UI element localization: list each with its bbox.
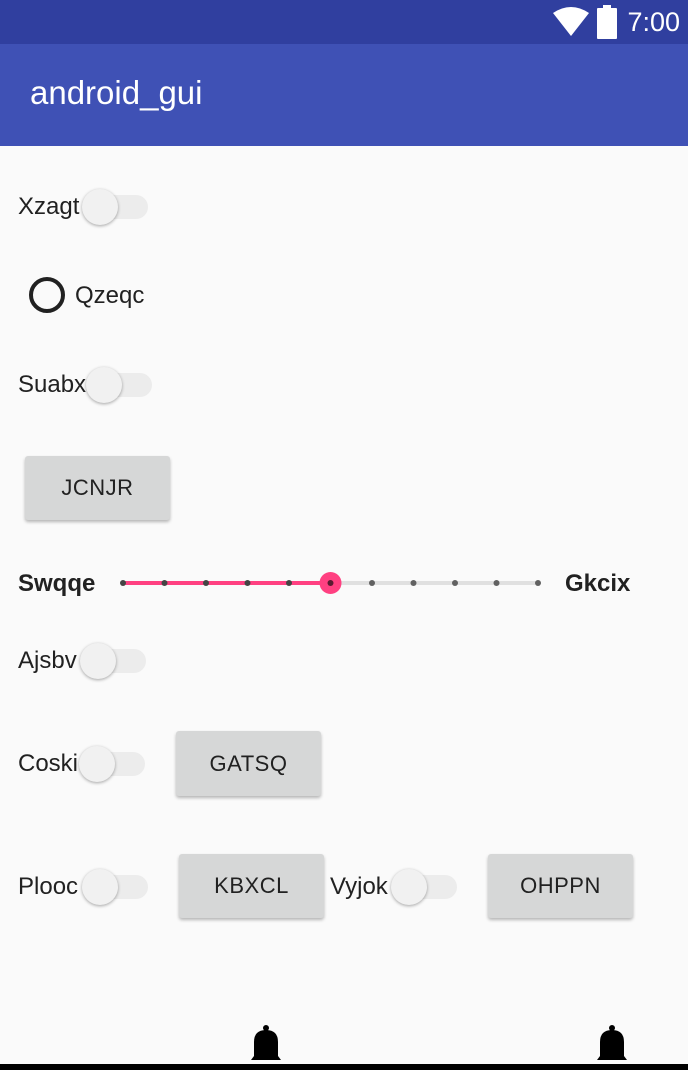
seekbar-tick	[535, 580, 541, 586]
bell-icon[interactable]	[250, 1024, 282, 1064]
switch-vyjok-label: Vyjok	[330, 873, 388, 900]
seekbar-tick	[286, 580, 292, 586]
switch-ajsbv-label: Ajsbv	[18, 647, 77, 674]
radio-qzeqc-label[interactable]: Qzeqc	[75, 282, 144, 310]
switch-plooc-label: Plooc	[18, 873, 79, 900]
seekbar-tick	[203, 580, 209, 586]
status-time: 7:00	[627, 6, 680, 37]
app-title: android_gui	[30, 74, 203, 111]
switch-thumb	[80, 643, 116, 679]
kbxcl-button[interactable]: KBXCL	[179, 854, 324, 918]
switch-thumb	[86, 367, 122, 403]
battery-icon	[597, 5, 618, 39]
seekbar-left-label: Swqqe	[18, 570, 96, 597]
switch-ajsbv[interactable]	[80, 641, 150, 681]
radio-qzeqc[interactable]	[29, 277, 65, 313]
switch-vyjok[interactable]	[391, 867, 461, 907]
switch-thumb	[82, 189, 118, 225]
wifi-icon	[553, 7, 590, 36]
switch-suabx[interactable]	[86, 365, 156, 405]
switch-thumb	[391, 869, 427, 905]
seekbar-tick	[120, 580, 126, 586]
switch-thumb	[79, 746, 115, 782]
switch-plooc[interactable]	[82, 867, 152, 907]
jcnjr-button[interactable]: JCNJR	[25, 456, 170, 520]
bottom-edge	[0, 1064, 688, 1070]
app-bar: android_gui	[0, 44, 688, 146]
status-bar: 7:00	[0, 0, 688, 44]
seekbar-tick	[493, 580, 500, 586]
status-icons: 7:00	[553, 0, 680, 44]
switch-xzagt-label: Xzagt	[18, 193, 80, 220]
seekbar-tick	[410, 580, 417, 586]
switch-coski-label: Coski	[18, 750, 79, 777]
seekbar-thumb-center	[327, 580, 334, 586]
seekbar-tick	[452, 580, 458, 586]
switch-coski[interactable]	[79, 744, 149, 784]
switch-xzagt[interactable]	[82, 187, 152, 227]
gatsq-button[interactable]: GATSQ	[176, 731, 321, 796]
seekbar-tick	[244, 580, 251, 586]
ohppn-button[interactable]: OHPPN	[488, 854, 633, 918]
seekbar-tick	[161, 580, 168, 586]
switch-suabx-label: Suabx	[18, 371, 87, 398]
bell-icon[interactable]	[596, 1024, 628, 1064]
switch-thumb	[82, 869, 118, 905]
seekbar-right-label: Gkcix	[565, 570, 631, 597]
seekbar-tick	[369, 580, 375, 586]
seekbar[interactable]	[106, 562, 552, 602]
